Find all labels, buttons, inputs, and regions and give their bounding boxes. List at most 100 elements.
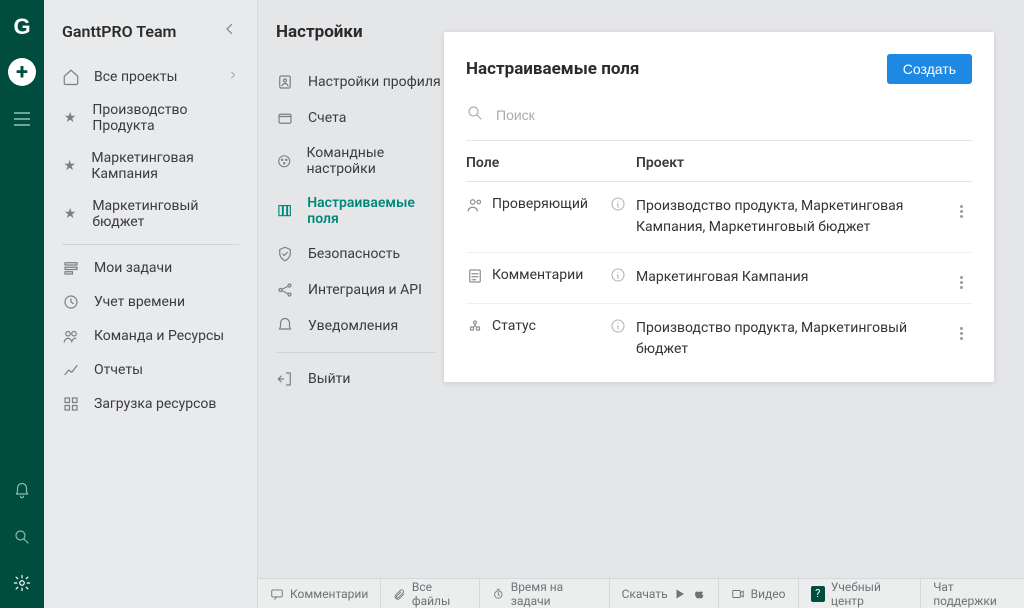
info-icon[interactable] bbox=[610, 196, 636, 216]
bell-icon[interactable] bbox=[13, 482, 31, 504]
settings-menu: Настройки Настройки профиля Счета Команд… bbox=[258, 0, 444, 578]
nav-workload[interactable]: Загрузка ресурсов bbox=[44, 387, 257, 421]
gear-icon[interactable] bbox=[13, 574, 31, 596]
nav-label: Учет времени bbox=[94, 294, 185, 310]
bottom-bar: Комментарии Все файлы Время на задачи Ск… bbox=[258, 578, 1024, 608]
play-store-icon bbox=[674, 588, 686, 600]
nav-label: Загрузка ресурсов bbox=[94, 396, 216, 412]
settings-heading: Настройки bbox=[276, 22, 444, 42]
bb-label: Комментарии bbox=[290, 587, 368, 601]
settings-notifications[interactable]: Уведомления bbox=[276, 308, 444, 344]
menu-icon[interactable] bbox=[14, 112, 30, 126]
shield-icon bbox=[276, 245, 294, 263]
app-rail: G + bbox=[0, 0, 44, 608]
bb-time[interactable]: Время на задачи bbox=[480, 579, 609, 608]
settings-label: Счета bbox=[308, 110, 346, 126]
settings-label: Настраиваемые поля bbox=[307, 195, 444, 227]
table-header: Поле Проект bbox=[466, 141, 972, 182]
create-button[interactable]: Создать bbox=[887, 54, 972, 84]
nav-label: Маркетинговая Кампания bbox=[91, 150, 239, 182]
people-icon bbox=[466, 196, 492, 218]
bb-label: Видео bbox=[751, 587, 786, 601]
row-more-button[interactable] bbox=[950, 196, 972, 218]
settings-profile[interactable]: Настройки профиля bbox=[276, 64, 444, 100]
settings-integration[interactable]: Интеграция и API bbox=[276, 272, 444, 308]
field-name: Проверяющий bbox=[492, 196, 610, 212]
settings-label: Командные настройки bbox=[306, 145, 444, 177]
team-name: GanttPRO Team bbox=[62, 22, 176, 41]
bb-label: Все файлы bbox=[412, 580, 467, 608]
settings-security[interactable]: Безопасность bbox=[276, 236, 444, 272]
chart-icon bbox=[62, 361, 80, 379]
settings-custom-fields[interactable]: Настраиваемые поля bbox=[276, 186, 444, 236]
clock-icon bbox=[62, 293, 80, 311]
add-button[interactable]: + bbox=[8, 58, 36, 86]
nav-reports[interactable]: Отчеты bbox=[44, 353, 257, 387]
info-icon[interactable] bbox=[610, 318, 636, 338]
bb-help[interactable]: ? Учебный центр bbox=[799, 579, 922, 608]
panel-title: Настраиваемые поля bbox=[466, 59, 639, 79]
bell-icon bbox=[276, 317, 294, 335]
help-icon: ? bbox=[811, 586, 825, 602]
search-input[interactable] bbox=[496, 107, 972, 123]
bb-files[interactable]: Все файлы bbox=[381, 579, 480, 608]
col-field-header: Поле bbox=[466, 155, 636, 171]
document-icon bbox=[466, 267, 492, 289]
col-project-header: Проект bbox=[636, 155, 950, 171]
bb-label: Учебный центр bbox=[831, 580, 908, 608]
sidebar: GanttPRO Team Все проекты ★ Производство… bbox=[44, 0, 258, 608]
info-icon[interactable] bbox=[610, 267, 636, 287]
wallet-icon bbox=[276, 109, 294, 127]
collapse-sidebar-icon[interactable] bbox=[221, 20, 239, 42]
nav-project-1[interactable]: ★ Маркетинговая Кампания bbox=[44, 142, 257, 190]
nav-label: Отчеты bbox=[94, 362, 143, 378]
bb-label: Время на задачи bbox=[511, 580, 597, 608]
nav-project-2[interactable]: ★ Маркетинговый бюджет bbox=[44, 190, 257, 238]
home-icon bbox=[62, 68, 80, 86]
row-more-button[interactable] bbox=[950, 267, 972, 289]
logo: G bbox=[13, 14, 30, 40]
settings-label: Интеграция и API bbox=[308, 282, 422, 298]
bb-chat[interactable]: Чат поддержки bbox=[921, 579, 1024, 608]
search-icon[interactable] bbox=[13, 528, 31, 550]
field-projects: Маркетинговая Кампания bbox=[636, 267, 950, 288]
star-icon: ★ bbox=[62, 158, 77, 174]
profile-icon bbox=[276, 73, 294, 91]
nav-label: Маркетинговый бюджет bbox=[92, 198, 239, 230]
nav-time-tracking[interactable]: Учет времени bbox=[44, 285, 257, 319]
apple-icon bbox=[694, 588, 706, 600]
table-row: Проверяющий Производство продукта, Марке… bbox=[466, 182, 972, 253]
custom-fields-panel: Настраиваемые поля Создать Поле Проект П… bbox=[444, 32, 994, 382]
settings-label: Настройки профиля bbox=[308, 74, 441, 90]
table-row: Комментарии Маркетинговая Кампания bbox=[466, 253, 972, 304]
settings-team[interactable]: Командные настройки bbox=[276, 136, 444, 186]
nav-project-0[interactable]: ★ Производство Продукта bbox=[44, 94, 257, 142]
nav-label: Производство Продукта bbox=[92, 102, 239, 134]
table-row: Статус Производство продукта, Маркетинго… bbox=[466, 304, 972, 374]
store-icons bbox=[674, 588, 706, 600]
bb-download[interactable]: Скачать bbox=[610, 579, 719, 608]
nav-label: Команда и Ресурсы bbox=[94, 328, 224, 344]
field-name: Комментарии bbox=[492, 267, 610, 283]
bb-label: Скачать bbox=[622, 587, 668, 601]
field-projects: Производство продукта, Маркетинговая Кам… bbox=[636, 196, 950, 238]
grid-icon bbox=[62, 395, 80, 413]
nav-my-tasks[interactable]: Мои задачи bbox=[44, 251, 257, 285]
star-icon: ★ bbox=[62, 206, 78, 222]
settings-label: Безопасность bbox=[308, 246, 400, 262]
nav-team-resources[interactable]: Команда и Ресурсы bbox=[44, 319, 257, 353]
bb-video[interactable]: Видео bbox=[719, 579, 799, 608]
nav-label: Все проекты bbox=[94, 69, 177, 85]
settings-logout[interactable]: Выйти bbox=[276, 361, 444, 397]
status-icon bbox=[466, 318, 492, 340]
nav-all-projects[interactable]: Все проекты bbox=[44, 60, 257, 94]
field-name: Статус bbox=[492, 318, 610, 334]
settings-billing[interactable]: Счета bbox=[276, 100, 444, 136]
row-more-button[interactable] bbox=[950, 318, 972, 340]
chevron-right-icon bbox=[227, 69, 239, 85]
star-icon: ★ bbox=[62, 110, 78, 126]
share-icon bbox=[276, 281, 294, 299]
field-projects: Производство продукта, Маркетинговый бюд… bbox=[636, 318, 950, 360]
bb-comments[interactable]: Комментарии bbox=[258, 579, 381, 608]
palette-icon bbox=[276, 153, 292, 169]
